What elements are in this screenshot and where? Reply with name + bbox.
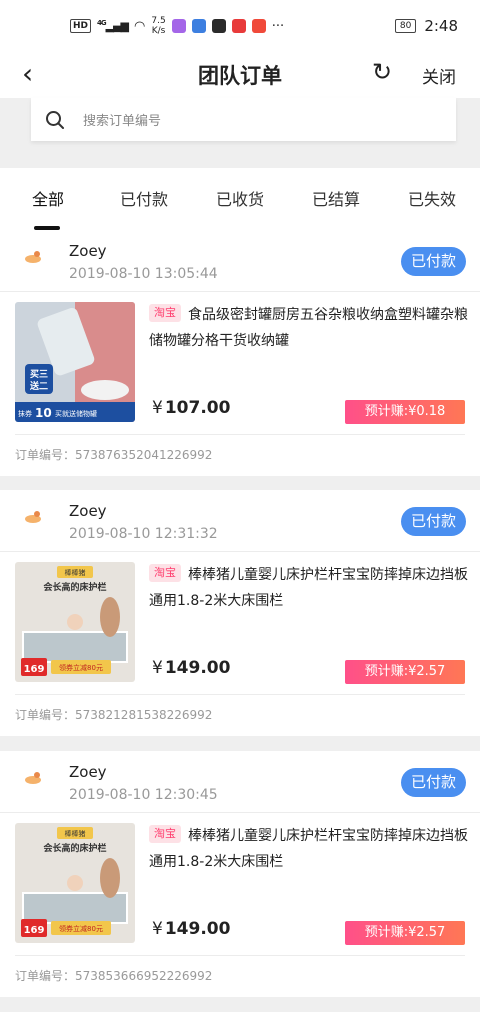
- divider: [15, 434, 465, 435]
- image-headline: 会长高的床护栏: [43, 581, 106, 593]
- order-card[interactable]: Zoey 2019-08-10 13:05:44 已付款 买三 送二 抹券 10…: [0, 230, 480, 476]
- divider: [15, 694, 465, 695]
- divider: [15, 955, 465, 956]
- avatar: [25, 251, 41, 263]
- promo-badge-line2: 送二: [29, 380, 48, 392]
- product-image[interactable]: 棒棒猪 会长高的床护栏 169 领券立减80元: [15, 562, 135, 682]
- wifi-icon: ◠: [134, 18, 146, 34]
- promo-suffix: 买就送储物罐: [55, 409, 97, 418]
- clock: 2:48: [424, 17, 458, 35]
- refresh-icon[interactable]: ↻: [372, 58, 392, 86]
- estimated-earnings: 预计赚:¥2.57: [345, 921, 465, 945]
- product-title[interactable]: 棒棒猪儿童婴儿床护栏杆宝宝防摔掉床边挡板通用1.8-2米大床围栏: [149, 562, 469, 614]
- brand-label: 棒棒猪: [65, 829, 86, 838]
- avatar: [25, 772, 41, 784]
- product-price: ¥149.00: [152, 919, 231, 939]
- order-number: 订单编号：573876352041226992: [15, 448, 213, 462]
- app-notification-icon: [191, 19, 206, 33]
- app-notification-icon: [211, 19, 226, 33]
- coupon-label: 领券立减80元: [59, 663, 103, 672]
- tab-all[interactable]: 全部: [0, 168, 96, 230]
- nav-bar: ‹ 团队订单 ↻ 关闭: [0, 52, 480, 98]
- price-tag: 169: [24, 925, 45, 936]
- image-headline: 会长高的床护栏: [43, 842, 106, 854]
- search-placeholder: 搜索订单编号: [83, 114, 162, 129]
- product-price: ¥107.00: [152, 398, 231, 418]
- order-time: 2019-08-10 13:05:44: [69, 266, 218, 282]
- hd-icon: HD: [70, 19, 92, 33]
- promo-number: 10: [35, 406, 52, 420]
- buyer-name: Zoey: [69, 763, 107, 781]
- promo-prefix: 抹券: [18, 409, 32, 418]
- tab-settled[interactable]: 已结算: [288, 168, 384, 230]
- product-image[interactable]: 棒棒猪 会长高的床护栏 169 领券立减80元: [15, 823, 135, 943]
- app-notification-icon: [251, 19, 266, 33]
- order-time: 2019-08-10 12:31:32: [69, 526, 218, 542]
- tab-invalid[interactable]: 已失效: [384, 168, 480, 230]
- promo-badge-line1: 买三: [30, 369, 48, 380]
- buyer-name: Zoey: [69, 242, 107, 260]
- divider: [0, 291, 480, 292]
- coupon-label: 领券立减80元: [59, 924, 103, 933]
- order-time: 2019-08-10 12:30:45: [69, 787, 218, 803]
- avatar: [25, 511, 41, 523]
- close-button[interactable]: 关闭: [422, 63, 456, 88]
- order-status-tabs: 全部 已付款 已收货 已结算 已失效: [0, 168, 480, 230]
- signal-icon: 4G▂▄▆: [97, 19, 129, 33]
- tab-paid[interactable]: 已付款: [96, 168, 192, 230]
- estimated-earnings: 预计赚:¥0.18: [345, 400, 465, 424]
- app-notification-icon: [231, 19, 246, 33]
- order-card[interactable]: Zoey 2019-08-10 12:30:45 已付款 棒棒猪 会长高的床护栏…: [0, 751, 480, 997]
- brand-label: 棒棒猪: [65, 568, 86, 577]
- buyer-name: Zoey: [69, 502, 107, 520]
- app-notification-icon: [171, 19, 186, 33]
- estimated-earnings: 预计赚:¥2.57: [345, 660, 465, 684]
- product-image[interactable]: 买三 送二 抹券 10 买就送储物罐: [15, 302, 135, 422]
- search-input[interactable]: 搜索订单编号: [31, 98, 456, 141]
- product-price: ¥149.00: [152, 658, 231, 678]
- status-badge: 已付款: [401, 247, 466, 276]
- status-badge: 已付款: [401, 768, 466, 797]
- order-number: 订单编号：573821281538226992: [15, 708, 213, 722]
- status-badge: 已付款: [401, 507, 466, 536]
- more-notifications-icon: ···: [271, 18, 285, 34]
- battery-icon: 80: [394, 19, 417, 33]
- order-card[interactable]: Zoey 2019-08-10 12:31:32 已付款 棒棒猪 会长高的床护栏…: [0, 490, 480, 736]
- tab-received[interactable]: 已收货: [192, 168, 288, 230]
- next-order-card[interactable]: [0, 1012, 480, 1026]
- product-title[interactable]: 棒棒猪儿童婴儿床护栏杆宝宝防摔掉床边挡板通用1.8-2米大床围栏: [149, 823, 469, 875]
- network-speed: 7.5 K/s: [151, 16, 166, 36]
- search-icon: [46, 110, 64, 129]
- divider: [0, 812, 480, 813]
- status-bar: HD 4G▂▄▆ ◠ 7.5 K/s ··· 80 2:48: [0, 0, 480, 52]
- page-title: 团队订单: [198, 64, 282, 88]
- order-number: 订单编号：573853666952226992: [15, 969, 213, 983]
- price-tag: 169: [24, 664, 45, 675]
- search-section: 搜索订单编号: [0, 98, 480, 168]
- divider: [0, 551, 480, 552]
- product-title[interactable]: 食品级密封罐厨房五谷杂粮收纳盒塑料罐杂粮储物罐分格干货收纳罐: [149, 302, 469, 354]
